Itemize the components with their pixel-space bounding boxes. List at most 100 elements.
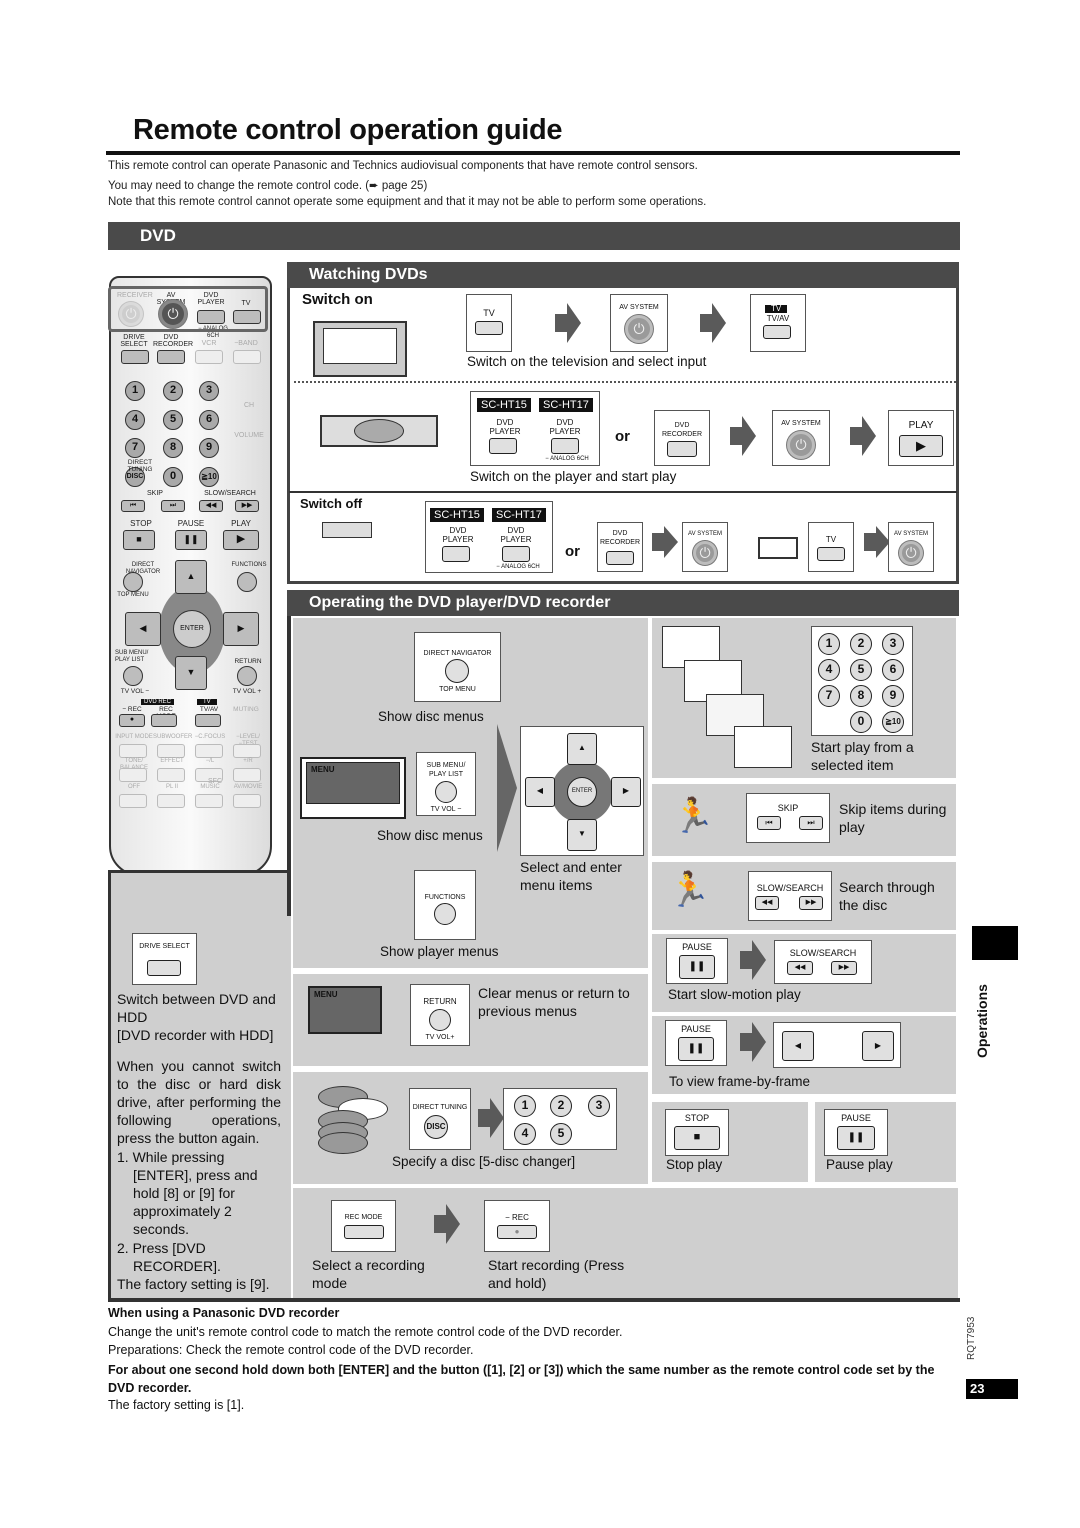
dpad-enter-button[interactable]: ENTER — [567, 777, 597, 807]
number-button-8[interactable]: 8 — [850, 685, 872, 707]
remote-faded-button[interactable] — [157, 768, 185, 782]
number-button-3[interactable]: 3 — [199, 381, 219, 401]
remote-faded-button[interactable] — [233, 794, 261, 808]
remote-play-button[interactable]: ▶ — [223, 530, 259, 550]
dvd-recorder-button[interactable] — [667, 441, 697, 457]
play-button[interactable]: ▶ — [899, 435, 943, 457]
fastforward-button[interactable]: ▶▶ — [799, 896, 823, 910]
number-button-2[interactable]: 2 — [550, 1095, 572, 1117]
remote-dvd-recorder-button[interactable] — [157, 350, 185, 364]
number-button-0[interactable]: 0 — [850, 711, 872, 733]
dpad-up-button[interactable]: ▲ — [567, 733, 597, 765]
remote-faded-button[interactable] — [195, 744, 223, 758]
number-button-6[interactable]: 6 — [882, 659, 904, 681]
remote-faded-button[interactable] — [119, 768, 147, 782]
rec-mode-button[interactable] — [344, 1225, 384, 1239]
number-button-1[interactable]: 1 — [125, 381, 145, 401]
av-system-power-button[interactable] — [693, 541, 717, 565]
drive-select-button[interactable] — [147, 960, 181, 976]
dvd-player-button-ht17[interactable] — [502, 546, 530, 562]
tv-button[interactable] — [817, 547, 845, 561]
sub-menu-button[interactable] — [435, 781, 457, 803]
number-button-2[interactable]: 2 — [850, 633, 872, 655]
tv-button[interactable] — [475, 321, 503, 335]
remote-rec-mode-button[interactable] — [151, 714, 177, 727]
remote-tv-av-button[interactable] — [195, 714, 221, 727]
pause-button[interactable]: ❚❚ — [678, 1037, 714, 1061]
remote-stop-button[interactable]: ■ — [123, 530, 155, 550]
number-button-3[interactable]: 3 — [882, 633, 904, 655]
slow-forward-button[interactable]: ▶▶ — [831, 961, 857, 975]
skip-next-button[interactable]: ⏭ — [799, 816, 823, 830]
remote-faded-button[interactable] — [119, 794, 147, 808]
remote-top-menu-button[interactable] — [123, 572, 143, 592]
remote-faded-button[interactable] — [157, 744, 185, 758]
number-button-≧10[interactable]: ≧10 — [882, 711, 904, 733]
number-button-≧10[interactable]: ≧10 — [199, 467, 219, 487]
slow-rewind-button[interactable]: ◀◀ — [787, 961, 813, 975]
pause-button[interactable]: ❚❚ — [837, 1126, 875, 1150]
stop-button[interactable]: ■ — [674, 1126, 720, 1150]
remote-skip-next-button[interactable]: ⏭ — [161, 500, 185, 512]
remote-sub-menu-button[interactable] — [123, 666, 143, 686]
number-button-5[interactable]: 5 — [550, 1123, 572, 1145]
rec-button[interactable]: ● — [497, 1225, 537, 1239]
number-button-0[interactable]: 0 — [163, 467, 183, 487]
remote-skip-prev-button[interactable]: ⏮ — [121, 500, 145, 512]
tv-av-button[interactable] — [763, 325, 791, 339]
number-button-9[interactable]: 9 — [199, 438, 219, 458]
disc-button[interactable]: DISC — [424, 1115, 448, 1139]
remote-faded-button[interactable] — [119, 744, 147, 758]
dvd-recorder-button[interactable] — [606, 551, 634, 565]
remote-rec-button[interactable]: ● — [119, 714, 145, 727]
number-button-2[interactable]: 2 — [163, 381, 183, 401]
remote-faded-button[interactable] — [233, 768, 261, 782]
remote-left-button[interactable]: ◀ — [125, 612, 161, 646]
remote-rewind-button[interactable]: ◀◀ — [199, 500, 223, 512]
dpad-left-button[interactable]: ◀ — [525, 777, 555, 807]
number-button-6[interactable]: 6 — [199, 410, 219, 430]
number-button-9[interactable]: 9 — [882, 685, 904, 707]
number-button-1[interactable]: 1 — [514, 1095, 536, 1117]
number-button-7[interactable]: 7 — [125, 438, 145, 458]
remote-band-button[interactable] — [233, 350, 261, 364]
remote-up-button[interactable]: ▲ — [175, 560, 207, 594]
av-system-power-button[interactable] — [899, 541, 923, 565]
dvd-player-button-ht17[interactable] — [551, 438, 579, 454]
remote-functions-button[interactable] — [237, 572, 257, 592]
remote-pause-button[interactable]: ❚❚ — [175, 530, 207, 550]
top-menu-button[interactable] — [445, 659, 469, 683]
dpad-right-button[interactable]: ▶ — [611, 777, 641, 807]
number-button-7[interactable]: 7 — [818, 685, 840, 707]
remote-faded-button[interactable] — [157, 794, 185, 808]
dvd-player-button-ht15[interactable] — [442, 546, 470, 562]
number-button-3[interactable]: 3 — [588, 1095, 610, 1117]
remote-fastforward-button[interactable]: ▶▶ — [235, 500, 259, 512]
remote-faded-button[interactable] — [233, 744, 261, 758]
remote-vcr-button[interactable] — [195, 350, 223, 364]
number-button-4[interactable]: 4 — [818, 659, 840, 681]
av-system-power-button[interactable] — [625, 315, 653, 343]
return-button[interactable] — [429, 1009, 451, 1031]
pause-button[interactable]: ❚❚ — [679, 955, 715, 979]
av-system-power-button[interactable] — [787, 431, 815, 459]
frame-back-button[interactable]: ◀ — [782, 1031, 814, 1061]
number-button-8[interactable]: 8 — [163, 438, 183, 458]
number-button-4[interactable]: 4 — [514, 1123, 536, 1145]
remote-return-button[interactable] — [237, 666, 257, 686]
remote-faded-button[interactable] — [195, 794, 223, 808]
number-button-5[interactable]: 5 — [163, 410, 183, 430]
number-button-5[interactable]: 5 — [850, 659, 872, 681]
dpad-down-button[interactable]: ▼ — [567, 819, 597, 851]
remote-enter-button[interactable]: ENTER — [173, 610, 211, 648]
number-button-4[interactable]: 4 — [125, 410, 145, 430]
remote-drive-select-button[interactable] — [121, 350, 149, 364]
skip-prev-button[interactable]: ⏮ — [757, 816, 781, 830]
dvd-player-button-ht15[interactable] — [489, 438, 517, 454]
functions-button[interactable] — [434, 903, 456, 925]
remote-right-button[interactable]: ▶ — [223, 612, 259, 646]
frame-forward-button[interactable]: ▶ — [862, 1031, 894, 1061]
rewind-button[interactable]: ◀◀ — [755, 896, 779, 910]
remote-down-button[interactable]: ▼ — [175, 656, 207, 690]
number-button-1[interactable]: 1 — [818, 633, 840, 655]
